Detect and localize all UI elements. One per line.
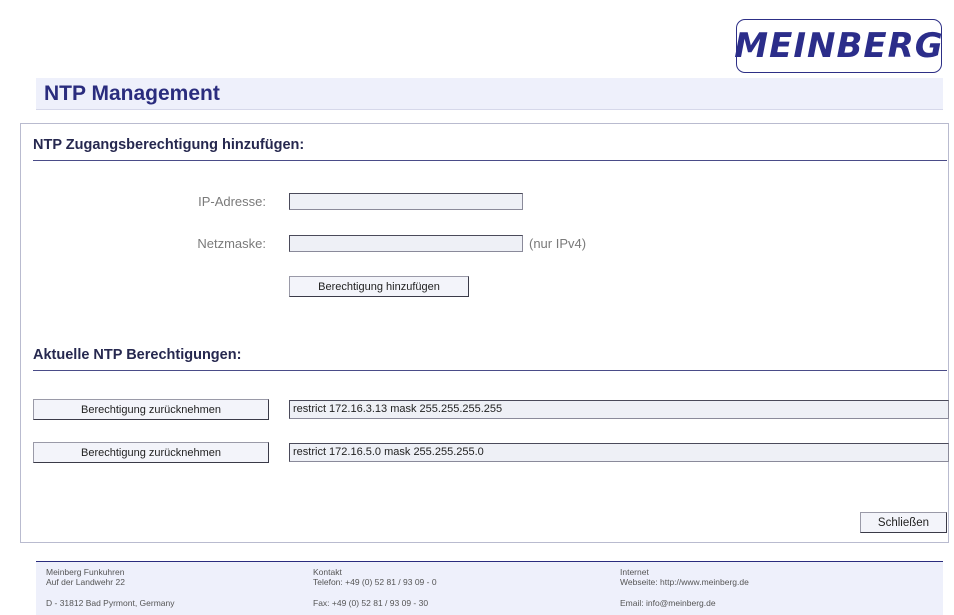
page-title: NTP Management: [44, 82, 220, 105]
rule-value-field: restrict 172.16.3.13 mask 255.255.255.25…: [289, 400, 949, 419]
footer-company: Meinberg Funkuhren Auf der Landwehr 22: [46, 567, 125, 587]
netmask-hint: (nur IPv4): [529, 236, 587, 251]
add-section-divider: [33, 160, 947, 161]
add-section-heading: NTP Zugangsberechtigung hinzufügen:: [33, 137, 305, 153]
revoke-permission-button[interactable]: Berechtigung zurücknehmen: [33, 399, 269, 420]
contact-phone: Telefon: +49 (0) 52 81 / 93 09 - 0: [313, 577, 437, 587]
company-name: Meinberg Funkuhren: [46, 567, 125, 577]
email-link[interactable]: Email: info@meinberg.de: [620, 598, 716, 608]
company-street: Auf der Landwehr 22: [46, 577, 125, 587]
current-section-divider: [33, 370, 947, 371]
contact-fax: Fax: +49 (0) 52 81 / 93 09 - 30: [313, 598, 429, 608]
meinberg-logo: MEINBERG: [734, 19, 944, 73]
ip-address-input[interactable]: [289, 193, 523, 210]
website-link[interactable]: Webseite: http://www.meinberg.de: [620, 577, 749, 587]
footer-internet: Internet Webseite: http://www.meinberg.d…: [620, 567, 749, 587]
page-title-bar: NTP Management: [36, 78, 943, 110]
logo-text: MEINBERG: [734, 26, 944, 66]
revoke-permission-button[interactable]: Berechtigung zurücknehmen: [33, 442, 269, 463]
close-button[interactable]: Schließen: [860, 512, 947, 533]
contact-heading: Kontakt: [313, 567, 342, 577]
netmask-input[interactable]: [289, 235, 523, 252]
netmask-label: Netzmaske:: [197, 236, 266, 251]
current-section-heading: Aktuelle NTP Berechtigungen:: [33, 347, 242, 363]
rule-value-field: restrict 172.16.5.0 mask 255.255.255.0: [289, 443, 949, 462]
main-panel: [20, 123, 949, 543]
ip-address-label: IP-Adresse:: [198, 194, 266, 209]
internet-heading: Internet: [620, 567, 649, 577]
footer: Meinberg Funkuhren Auf der Landwehr 22 D…: [36, 561, 943, 615]
company-city: D - 31812 Bad Pyrmont, Germany: [46, 598, 175, 608]
footer-contact: Kontakt Telefon: +49 (0) 52 81 / 93 09 -…: [313, 567, 437, 587]
add-permission-button[interactable]: Berechtigung hinzufügen: [289, 276, 469, 297]
